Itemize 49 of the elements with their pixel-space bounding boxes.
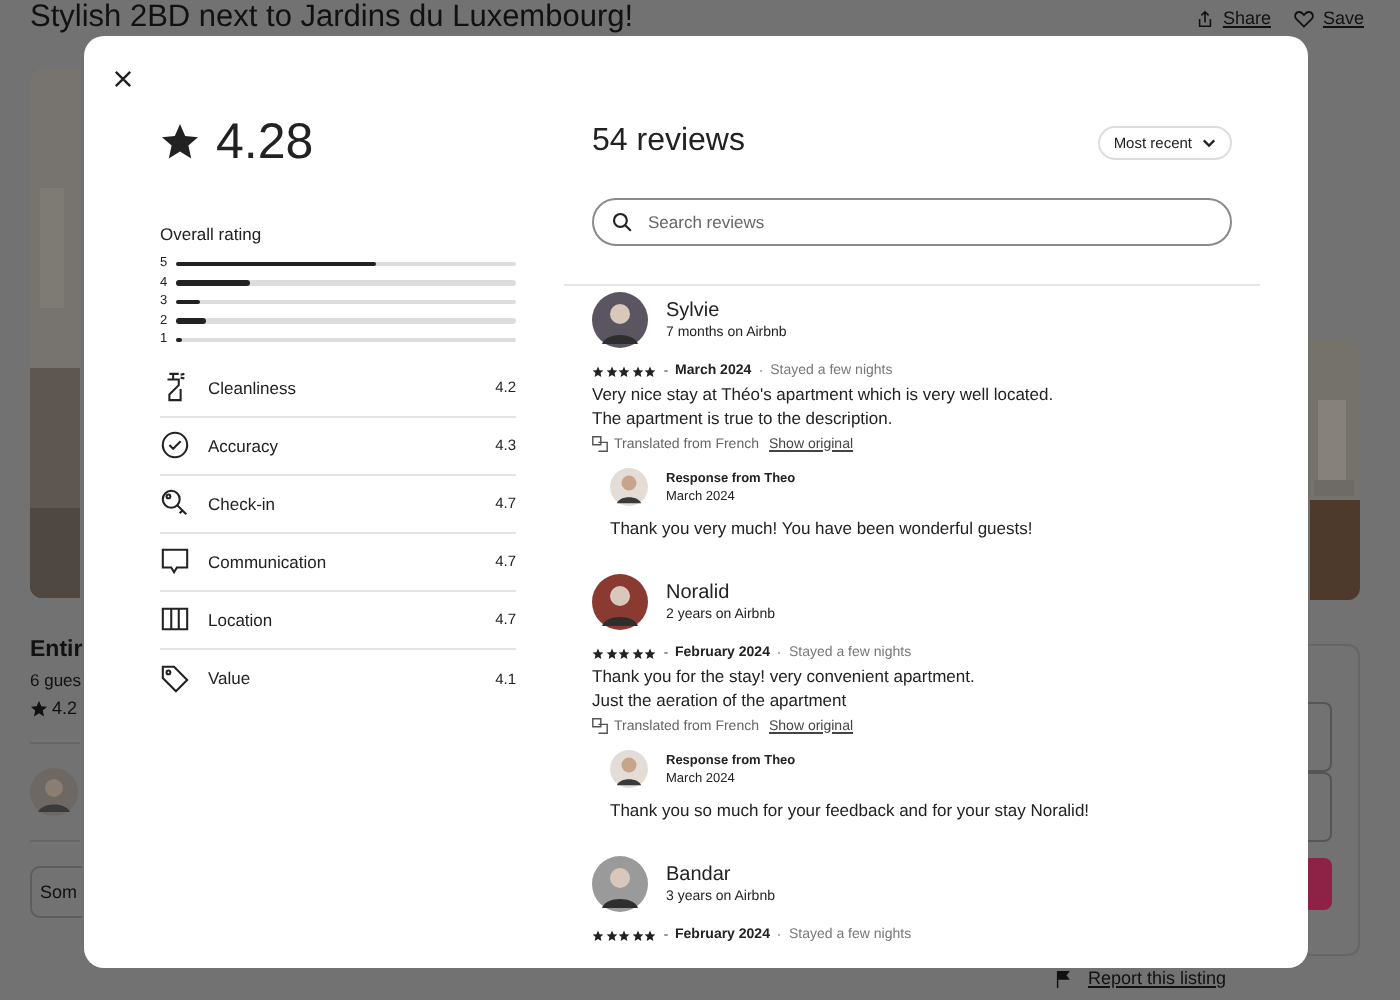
heart-icon [1294, 9, 1315, 27]
star-icon [160, 122, 200, 162]
category-name: Value [208, 668, 253, 688]
rating-text: 4.2 [52, 698, 78, 718]
overall-rating: 4.28 [216, 113, 314, 171]
avatar [30, 768, 78, 816]
save-link[interactable]: Save [1294, 8, 1364, 28]
star-icon [30, 699, 48, 717]
tag-icon [160, 663, 190, 693]
review-text: Thank you for the stay! very convenient apartment. [592, 664, 977, 688]
category-name: Communication [208, 551, 329, 571]
booking-button[interactable] [1306, 858, 1332, 910]
key-icon [160, 488, 190, 518]
avatar [592, 574, 648, 630]
avatar [592, 292, 648, 348]
review-count: 54 reviews [592, 124, 745, 160]
review-text: Just the aeration of the apartment [592, 688, 849, 712]
search-icon [612, 212, 632, 232]
category-name: Location [208, 609, 275, 629]
share-icon [1196, 9, 1215, 27]
show-more-button[interactable]: Som [30, 866, 82, 918]
avatar [610, 750, 648, 788]
guest-count: 6 gues [30, 670, 84, 690]
review-text: Very nice stay at Théo's apartment which is very well located. [592, 382, 1056, 406]
flag-icon [1054, 969, 1072, 987]
close-icon [113, 69, 131, 87]
avatar [592, 856, 648, 912]
listing-heading: Entir [30, 638, 85, 662]
search-field[interactable]: Search reviews [592, 198, 1232, 246]
category-name: Check-in [208, 493, 278, 513]
share-link[interactable]: Share [1196, 8, 1271, 28]
report-link[interactable]: Report this listing [1054, 968, 1227, 988]
response-text: Thank you very much! You have been wonderful guests! [610, 518, 1035, 538]
reviewer-name: Bandar [666, 864, 733, 886]
reviewer-name: Sylvie [666, 300, 722, 322]
response-text: Thank you so much for your feedback and for your stay Noralid! [610, 800, 1092, 820]
translate-icon [592, 718, 608, 734]
avatar [610, 468, 648, 506]
translate-icon [592, 436, 608, 452]
category-name: Cleanliness [208, 377, 298, 397]
category-name: Accuracy [208, 435, 280, 455]
map-icon [160, 604, 190, 634]
reviewer-name: Noralid [666, 582, 732, 604]
chevron-down-icon [1202, 137, 1216, 147]
check-circle-icon [160, 430, 190, 460]
speech-bubble-icon [160, 546, 190, 576]
overall-rating-label: Overall rating [160, 224, 264, 244]
review-text: The apartment is true to the description. [592, 406, 895, 430]
listing-title: Stylish 2BD next to Jardins du Luxembourg! [30, 0, 634, 36]
